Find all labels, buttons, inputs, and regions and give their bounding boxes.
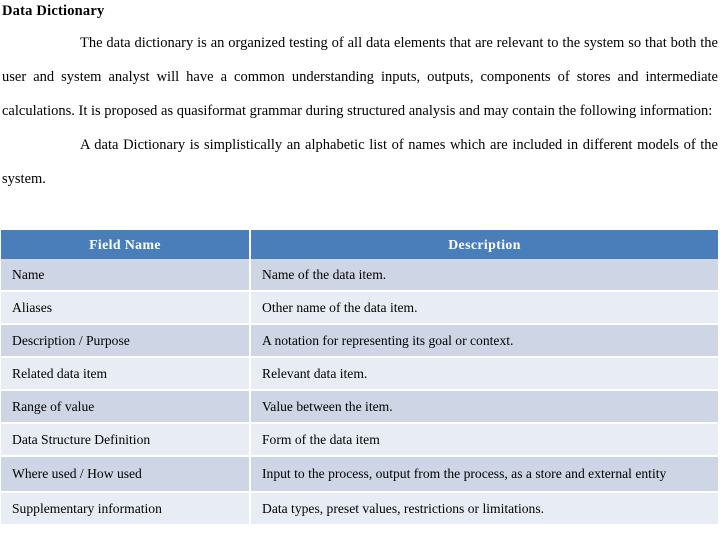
cell-description: Data types, preset values, restrictions … (250, 492, 718, 526)
paragraph-1: The data dictionary is an organized test… (2, 34, 718, 119)
cell-description: Value between the item. (250, 390, 718, 424)
cell-field-name: Data Structure Definition (1, 423, 251, 457)
cell-field-name: Description / Purpose (1, 324, 251, 358)
paragraph-2: A data Dictionary is simplistically an a… (2, 136, 718, 187)
document-body: The data dictionary is an organized test… (2, 20, 718, 196)
cell-description: Name of the data item. (250, 259, 718, 292)
column-header-field-name: Field Name (1, 230, 251, 259)
cell-field-name: Range of value (1, 390, 251, 424)
table-row: Description / Purpose A notation for rep… (1, 324, 718, 358)
table-row: Aliases Other name of the data item. (1, 291, 718, 325)
cell-description: Relevant data item. (250, 357, 718, 391)
table-body: Name Name of the data item. Aliases Othe… (1, 259, 718, 526)
column-header-description: Description (250, 230, 718, 259)
cell-description: Other name of the data item. (250, 291, 718, 325)
cell-field-name: Aliases (1, 291, 251, 325)
table-row: Supplementary information Data types, pr… (1, 492, 718, 526)
table-row: Data Structure Definition Form of the da… (1, 423, 718, 457)
document-page: Data Dictionary The data dictionary is a… (0, 3, 720, 544)
data-dictionary-table: Field Name Description Name Name of the … (1, 230, 718, 526)
table-row: Where used / How used Input to the proce… (1, 456, 718, 493)
table-row: Range of value Value between the item. (1, 390, 718, 424)
cell-description: A notation for representing its goal or … (250, 324, 718, 358)
page-title: Data Dictionary (2, 3, 105, 19)
cell-field-name: Related data item (1, 357, 251, 391)
cell-field-name: Name (1, 259, 251, 292)
cell-description: Input to the process, output from the pr… (250, 456, 718, 493)
cell-description: Form of the data item (250, 423, 718, 457)
table-row: Name Name of the data item. (1, 259, 718, 292)
cell-field-name: Supplementary information (1, 492, 251, 526)
table-row: Related data item Relevant data item. (1, 357, 718, 391)
cell-field-name: Where used / How used (1, 456, 251, 493)
table-header: Field Name Description (1, 230, 718, 259)
table-header-row: Field Name Description (1, 230, 718, 259)
